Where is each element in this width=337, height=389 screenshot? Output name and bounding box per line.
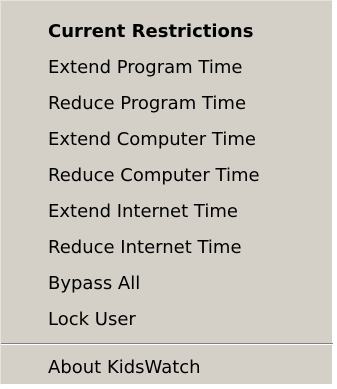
menu-item-lock-user[interactable]: Lock User (1, 305, 334, 335)
menu-item-reduce-program-time[interactable]: Reduce Program Time (1, 89, 334, 119)
menu-item-bypass-all[interactable]: Bypass All (1, 269, 334, 299)
menu-item-extend-program-time[interactable]: Extend Program Time (1, 53, 334, 83)
menu-item-extend-internet-time[interactable]: Extend Internet Time (1, 197, 334, 227)
background-strip-bottom (0, 385, 337, 389)
context-menu: Current Restrictions Extend Program Time… (0, 0, 334, 385)
background-strip-right (333, 0, 337, 389)
menu-separator (1, 343, 334, 345)
menu-item-about-kidswatch[interactable]: About KidsWatch (1, 353, 334, 383)
menu-item-reduce-internet-time[interactable]: Reduce Internet Time (1, 233, 334, 263)
menu-item-reduce-computer-time[interactable]: Reduce Computer Time (1, 161, 334, 191)
menu-item-extend-computer-time[interactable]: Extend Computer Time (1, 125, 334, 155)
menu-item-current-restrictions[interactable]: Current Restrictions (1, 17, 334, 47)
separator-highlight (1, 344, 334, 345)
